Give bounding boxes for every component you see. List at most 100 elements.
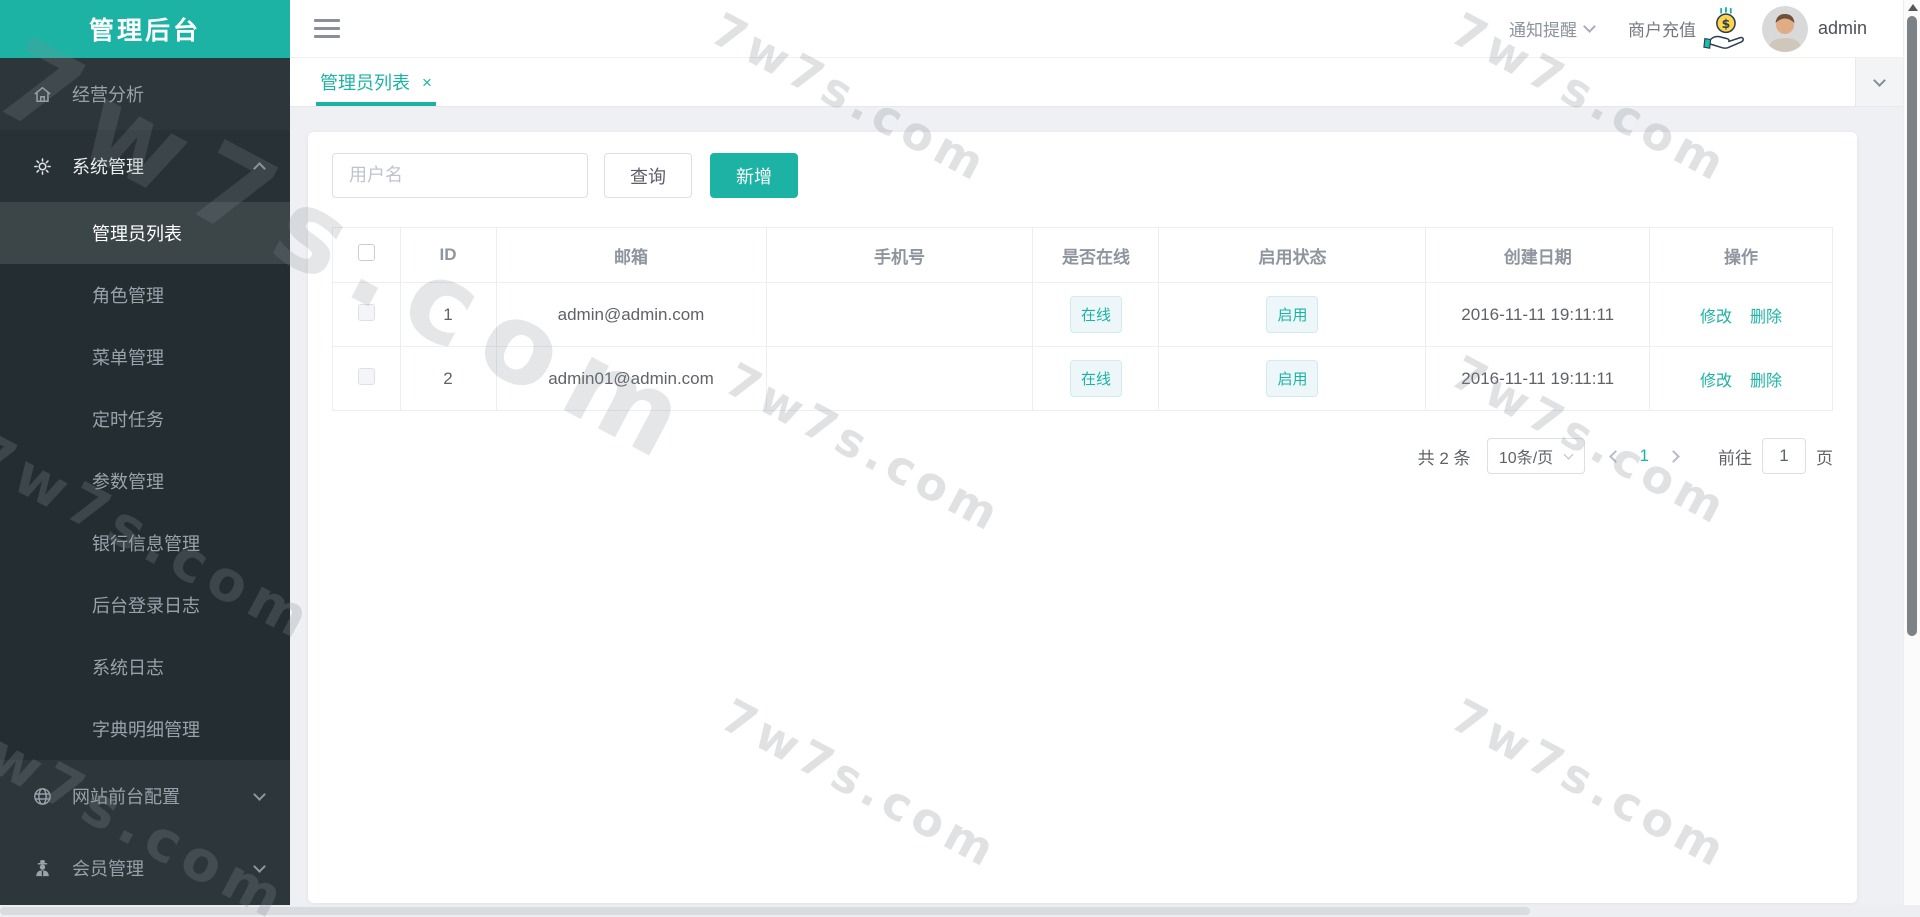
- pagination: 共 2 条 10条/页 1 前往 页: [332, 438, 1833, 474]
- table-row: 2 admin01@admin.com 在线 启用 2016-11-11 19:…: [332, 346, 1834, 411]
- column-header-email: 邮箱: [495, 227, 767, 283]
- svg-text:$: $: [1722, 16, 1731, 31]
- row-checkbox[interactable]: [357, 303, 375, 321]
- sidebar-subitem-role-management[interactable]: 角色管理: [0, 264, 290, 326]
- sidebar-item-member-management[interactable]: 会员管理: [0, 832, 290, 904]
- current-page-number[interactable]: 1: [1620, 446, 1669, 466]
- cell-status: 启用: [1158, 346, 1427, 411]
- table-row: 1 admin@admin.com 在线 启用 2016-11-11 19:11…: [332, 282, 1834, 347]
- content-card: 查询 新增 ID 邮箱 手机号 是否在线 启用状态 创建日期: [308, 132, 1857, 903]
- user-avatar[interactable]: [1761, 5, 1808, 52]
- delete-link[interactable]: 删除: [1750, 373, 1782, 390]
- search-button[interactable]: 查询: [604, 153, 692, 198]
- sidebar-subitem-admin-list[interactable]: 管理员列表: [0, 202, 290, 264]
- edit-link[interactable]: 修改: [1700, 373, 1732, 390]
- sidebar-subitem-dictionary-detail[interactable]: 字典明细管理: [0, 698, 290, 760]
- sidebar-item-label: 系统管理: [72, 157, 144, 177]
- cell-email: admin01@admin.com: [495, 346, 767, 411]
- sidebar-subitem-bank-info[interactable]: 银行信息管理: [0, 512, 290, 574]
- page-size-value: 10条/页: [1498, 450, 1554, 467]
- column-header-id: ID: [399, 227, 497, 283]
- sidebar-item-frontend-config[interactable]: 网站前台配置: [0, 760, 290, 832]
- table-header-row: ID 邮箱 手机号 是否在线 启用状态 创建日期 操作: [332, 227, 1834, 283]
- sidebar-subitem-menu-management[interactable]: 菜单管理: [0, 326, 290, 388]
- sidebar-item-business-analysis[interactable]: 经营分析: [0, 58, 290, 130]
- vertical-scrollbar[interactable]: [1903, 0, 1920, 905]
- username-search-input[interactable]: [332, 153, 588, 198]
- row-select-cell: [332, 346, 401, 411]
- sidebar-section-system: 系统管理 管理员列表 角色管理 菜单管理 定时任务 参数管理 银行信息管理 后台…: [0, 130, 290, 760]
- select-all-cell: [332, 227, 401, 283]
- cell-status: 启用: [1158, 282, 1427, 347]
- goto-page-input[interactable]: [1762, 438, 1806, 474]
- sidebar-item-label: 经营分析: [72, 85, 144, 105]
- edit-link[interactable]: 修改: [1700, 309, 1732, 326]
- column-header-actions: 操作: [1648, 227, 1834, 283]
- chevron-down-icon: [1563, 449, 1574, 459]
- next-page-icon[interactable]: [1667, 449, 1680, 463]
- cell-id: 2: [399, 346, 497, 411]
- delete-link[interactable]: 删除: [1750, 309, 1782, 326]
- globe-icon: [30, 785, 54, 808]
- header-actions: 通知提醒 商户充值 $ admin: [1509, 5, 1867, 52]
- select-all-checkbox[interactable]: [357, 244, 375, 261]
- app-title: 管理后台: [88, 17, 201, 45]
- sidebar-subitem-system-log[interactable]: 系统日志: [0, 636, 290, 698]
- status-badge: 启用: [1266, 296, 1319, 333]
- row-checkbox[interactable]: [357, 367, 375, 385]
- cell-online: 在线: [1032, 346, 1160, 411]
- vertical-scrollbar-thumb[interactable]: [1907, 16, 1917, 636]
- online-badge: 在线: [1069, 360, 1122, 397]
- online-badge: 在线: [1069, 296, 1122, 333]
- sidebar-item-system-management[interactable]: 系统管理: [0, 130, 290, 202]
- sidebar: 管理后台 经营分析 系统管理 管理员列表 角色管理 菜单管理 定时任务 参数管理…: [0, 0, 290, 905]
- cell-created: 2016-11-11 19:11:11: [1425, 346, 1650, 411]
- column-header-phone: 手机号: [765, 227, 1034, 283]
- chevron-down-icon: [1873, 73, 1886, 87]
- tab-close-icon[interactable]: ×: [422, 74, 432, 91]
- goto-label: 前往: [1718, 448, 1752, 468]
- search-toolbar: 查询 新增: [332, 153, 1833, 198]
- cell-phone: [765, 282, 1034, 347]
- tab-label: 管理员列表: [320, 73, 410, 93]
- home-icon: [30, 83, 54, 106]
- top-header: 通知提醒 商户充值 $ admin: [290, 0, 1903, 58]
- tab-options-button[interactable]: [1855, 58, 1903, 106]
- gear-icon: [30, 155, 54, 178]
- column-header-online: 是否在线: [1032, 227, 1160, 283]
- username-dropdown[interactable]: admin: [1818, 18, 1867, 39]
- chevron-up-icon: [253, 162, 266, 175]
- horizontal-scrollbar-thumb[interactable]: [0, 907, 1530, 915]
- sidebar-subitem-parameter-management[interactable]: 参数管理: [0, 450, 290, 512]
- chevron-down-icon: [253, 859, 266, 873]
- cell-actions: 修改 删除: [1648, 346, 1834, 411]
- chevron-down-icon: [253, 787, 266, 801]
- add-button[interactable]: 新增: [710, 153, 798, 198]
- main-area: 通知提醒 商户充值 $ admin 管理员列表 × 用户名 查询 新增 ID 邮…: [290, 0, 1903, 905]
- cell-phone: [765, 346, 1034, 411]
- page-size-select[interactable]: 10条/页: [1486, 438, 1585, 474]
- column-header-status: 启用状态: [1158, 227, 1427, 283]
- cell-actions: 修改 删除: [1648, 282, 1834, 347]
- coin-hand-icon[interactable]: $: [1702, 6, 1748, 52]
- sidebar-item-label: 网站前台配置: [72, 787, 180, 807]
- tab-bar: 管理员列表 ×: [290, 58, 1903, 107]
- menu-toggle-icon[interactable]: [314, 19, 340, 38]
- horizontal-scrollbar[interactable]: [0, 905, 1920, 917]
- app-logo: 管理后台: [0, 0, 290, 58]
- cell-email: admin@admin.com: [495, 282, 767, 347]
- tab-admin-list[interactable]: 管理员列表 ×: [316, 58, 436, 106]
- column-header-created: 创建日期: [1425, 227, 1650, 283]
- sidebar-subitem-backend-login-log[interactable]: 后台登录日志: [0, 574, 290, 636]
- cell-online: 在线: [1032, 282, 1160, 347]
- scroll-up-arrow-icon[interactable]: [1908, 4, 1918, 11]
- sidebar-nav: 经营分析 系统管理 管理员列表 角色管理 菜单管理 定时任务 参数管理 银行信息…: [0, 58, 290, 904]
- merchant-recharge-link[interactable]: 商户充值: [1628, 16, 1696, 41]
- notice-dropdown[interactable]: 通知提醒: [1509, 16, 1596, 41]
- pagination-total: 共 2 条: [1417, 448, 1471, 468]
- sidebar-submenu-system: 管理员列表 角色管理 菜单管理 定时任务 参数管理 银行信息管理 后台登录日志 …: [0, 202, 290, 760]
- chevron-down-icon: [1583, 20, 1596, 33]
- sidebar-subitem-scheduled-tasks[interactable]: 定时任务: [0, 388, 290, 450]
- sidebar-item-label: 会员管理: [72, 859, 144, 879]
- status-badge: 启用: [1266, 360, 1319, 397]
